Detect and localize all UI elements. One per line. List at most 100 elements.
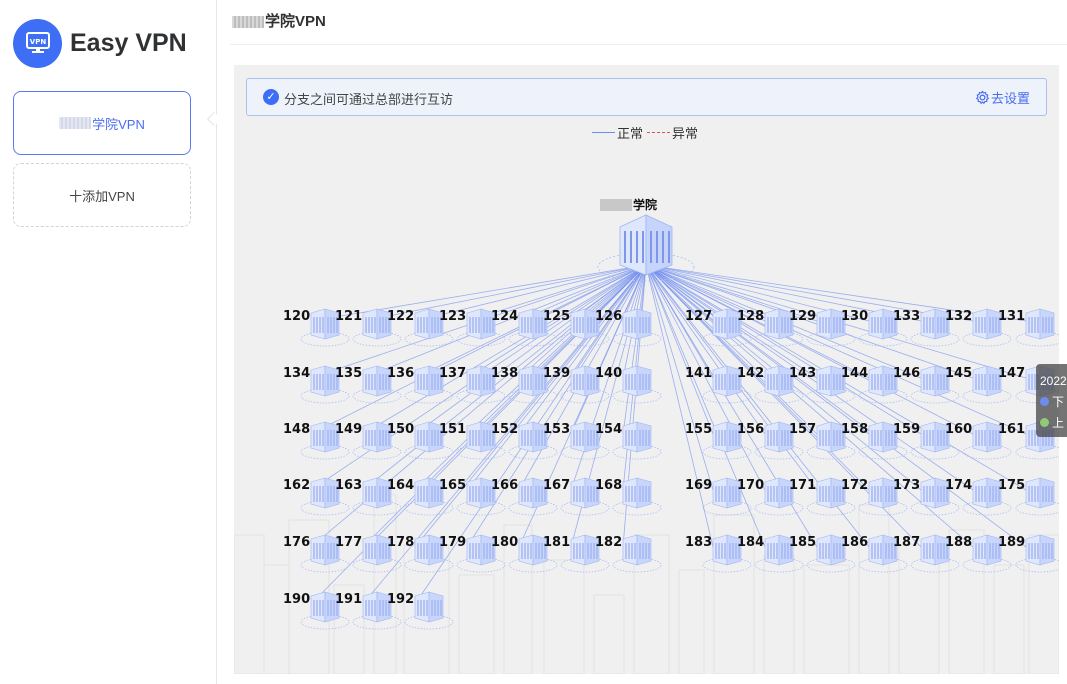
tooltip-title: 2022 bbox=[1040, 373, 1067, 388]
legend-abnormal-line bbox=[647, 132, 671, 133]
branch-label-143: 143 bbox=[789, 366, 816, 381]
branch-label-187: 187 bbox=[893, 535, 920, 550]
legend-normal-line bbox=[592, 132, 615, 133]
branch-node-154[interactable]: 154 bbox=[595, 421, 662, 460]
branch-label-131: 131 bbox=[998, 309, 1025, 324]
tooltip-dot-down bbox=[1040, 397, 1049, 406]
branch-label-141: 141 bbox=[685, 366, 712, 381]
branch-label-166: 166 bbox=[491, 478, 518, 493]
branch-label-152: 152 bbox=[491, 422, 518, 437]
branch-label-138: 138 bbox=[491, 366, 518, 381]
branch-label-151: 151 bbox=[439, 422, 466, 437]
go-settings-link[interactable]: 去设置 bbox=[975, 88, 1030, 107]
link-184 bbox=[645, 264, 766, 548]
branch-label-189: 189 bbox=[998, 535, 1025, 550]
redacted-text bbox=[232, 16, 264, 29]
branch-label-121: 121 bbox=[335, 309, 362, 324]
notice-text: 分支之间可通过总部进行互访 bbox=[284, 92, 454, 107]
branch-label-176: 176 bbox=[283, 535, 310, 550]
branch-label-172: 172 bbox=[841, 478, 868, 493]
branch-label-159: 159 bbox=[893, 422, 920, 437]
branch-label-129: 129 bbox=[789, 309, 816, 324]
branch-label-182: 182 bbox=[595, 535, 622, 550]
svg-text:VPN: VPN bbox=[29, 38, 46, 46]
branch-label-140: 140 bbox=[595, 366, 622, 381]
hq-label: 学院 bbox=[633, 197, 657, 212]
branch-label-169: 169 bbox=[685, 478, 712, 493]
link-159 bbox=[645, 264, 922, 435]
redacted-text bbox=[600, 199, 632, 211]
branch-label-157: 157 bbox=[789, 422, 816, 437]
branch-label-145: 145 bbox=[945, 366, 972, 381]
notice-bar: ✓ 分支之间可通过总部进行互访 去设置 bbox=[246, 78, 1047, 116]
branch-label-120: 120 bbox=[283, 309, 310, 324]
legend-abnormal-label: 异常 bbox=[672, 126, 699, 141]
branch-label-174: 174 bbox=[945, 478, 972, 493]
branch-label-124: 124 bbox=[491, 309, 518, 324]
branch-node-131[interactable]: 131 bbox=[998, 308, 1059, 347]
branch-label-178: 178 bbox=[387, 535, 414, 550]
link-179 bbox=[466, 264, 647, 548]
branch-label-128: 128 bbox=[737, 309, 764, 324]
redacted-text bbox=[59, 117, 92, 129]
tooltip-row-down: 下 bbox=[1040, 391, 1067, 412]
vpn-logo-icon: VPN bbox=[13, 18, 62, 68]
branch-node-192[interactable]: 192 bbox=[387, 591, 454, 630]
branch-label-162: 162 bbox=[283, 478, 310, 493]
tooltip-row-up: 上 bbox=[1040, 412, 1067, 433]
page-header: 学院VPN bbox=[230, 0, 1067, 45]
legend-normal-label: 正常 bbox=[617, 126, 644, 141]
branch-label-149: 149 bbox=[335, 422, 362, 437]
branch-label-167: 167 bbox=[543, 478, 570, 493]
branch-label-186: 186 bbox=[841, 535, 868, 550]
branch-label-144: 144 bbox=[841, 366, 868, 381]
branch-label-150: 150 bbox=[387, 422, 414, 437]
link-150 bbox=[414, 264, 647, 435]
go-settings-label: 去设置 bbox=[990, 91, 1030, 106]
add-vpn-button[interactable]: 十添加VPN bbox=[13, 163, 191, 227]
branch-label-139: 139 bbox=[543, 366, 570, 381]
branch-label-154: 154 bbox=[595, 422, 622, 437]
brand-name: Easy VPN bbox=[70, 28, 187, 57]
branch-label-156: 156 bbox=[737, 422, 764, 437]
branch-label-123: 123 bbox=[439, 309, 466, 324]
branch-label-137: 137 bbox=[439, 366, 466, 381]
branch-label-158: 158 bbox=[841, 422, 868, 437]
branch-node-168[interactable]: 168 bbox=[595, 477, 662, 516]
branch-label-181: 181 bbox=[543, 535, 570, 550]
branch-label-171: 171 bbox=[789, 478, 816, 493]
branch-label-180: 180 bbox=[491, 535, 518, 550]
chart-tooltip: 2022 下 上 bbox=[1036, 364, 1067, 437]
sidebar: VPN Easy VPN 学院VPN 十添加VPN bbox=[0, 0, 217, 684]
branch-label-183: 183 bbox=[685, 535, 712, 550]
branch-label-179: 179 bbox=[439, 535, 466, 550]
branch-label-132: 132 bbox=[945, 309, 972, 324]
branch-node-182[interactable]: 182 bbox=[595, 534, 662, 573]
branch-label-130: 130 bbox=[841, 309, 868, 324]
branch-node-175[interactable]: 175 bbox=[998, 477, 1059, 516]
branch-label-185: 185 bbox=[789, 535, 816, 550]
skyline-background bbox=[234, 494, 1059, 674]
branch-label-147: 147 bbox=[998, 366, 1025, 381]
vpn-item-label: 学院VPN bbox=[92, 116, 145, 132]
branch-label-126: 126 bbox=[595, 309, 622, 324]
branch-label-192: 192 bbox=[387, 592, 414, 607]
add-vpn-label: 十添加VPN bbox=[69, 188, 135, 204]
branch-label-164: 164 bbox=[387, 478, 414, 493]
link-148 bbox=[310, 264, 647, 435]
vpn-item-active[interactable]: 学院VPN bbox=[13, 91, 191, 155]
hq-node[interactable]: 学院 bbox=[597, 197, 695, 282]
branch-label-170: 170 bbox=[737, 478, 764, 493]
link-160 bbox=[645, 264, 974, 435]
tooltip-dot-up bbox=[1040, 418, 1049, 427]
branch-label-188: 188 bbox=[945, 535, 972, 550]
branch-label-134: 134 bbox=[283, 366, 310, 381]
branch-label-127: 127 bbox=[685, 309, 712, 324]
branch-label-148: 148 bbox=[283, 422, 310, 437]
branch-label-161: 161 bbox=[998, 422, 1025, 437]
branch-label-165: 165 bbox=[439, 478, 466, 493]
branch-label-160: 160 bbox=[945, 422, 972, 437]
branch-label-153: 153 bbox=[543, 422, 570, 437]
branch-label-175: 175 bbox=[998, 478, 1025, 493]
branch-label-191: 191 bbox=[335, 592, 362, 607]
